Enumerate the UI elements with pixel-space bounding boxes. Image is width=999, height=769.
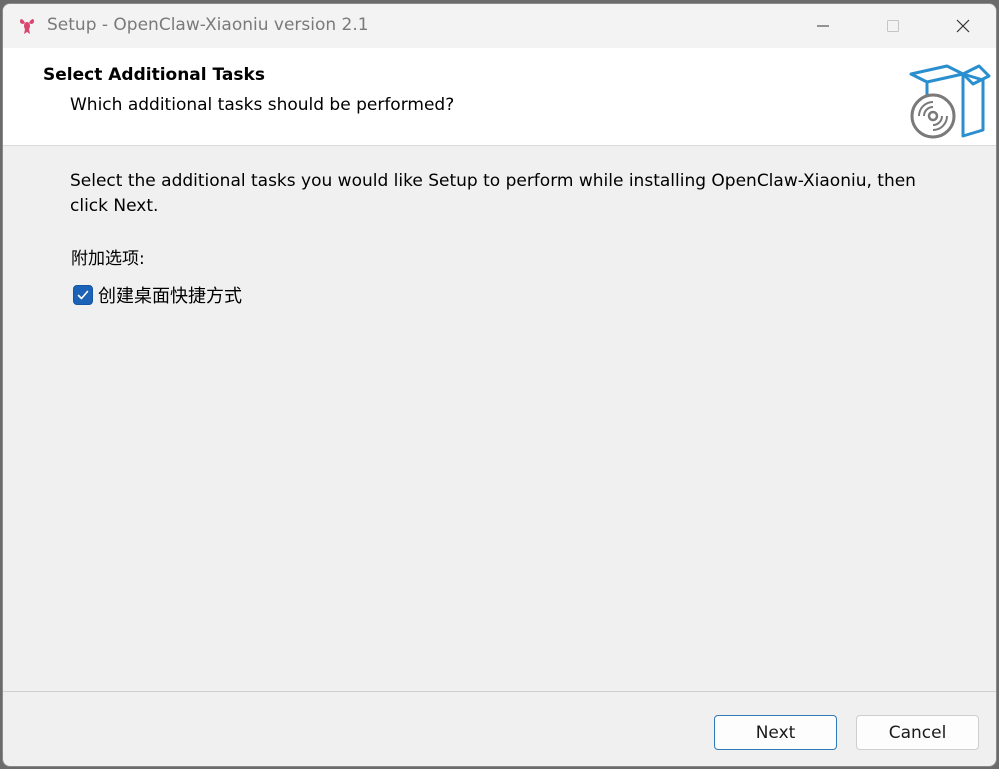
footer-divider — [3, 691, 996, 692]
task-desktop-shortcut[interactable]: 创建桌面快捷方式 — [73, 282, 242, 308]
close-icon — [956, 19, 970, 33]
setup-window: Setup - OpenClaw-Xiaoniu version 2.1 Sel… — [2, 3, 997, 767]
next-button[interactable]: Next — [714, 715, 837, 750]
wizard-header: Select Additional Tasks Which additional… — [3, 48, 996, 146]
title-bar[interactable]: Setup - OpenClaw-Xiaoniu version 2.1 — [3, 4, 996, 48]
minimize-icon — [817, 25, 829, 27]
maximize-button — [858, 4, 928, 48]
lobster-app-icon — [19, 19, 35, 34]
window-title: Setup - OpenClaw-Xiaoniu version 2.1 — [47, 15, 369, 35]
desktop-shortcut-checkbox[interactable] — [73, 285, 93, 305]
instructions-text: Select the additional tasks you would li… — [70, 171, 916, 216]
page-subtitle: Which additional tasks should be perform… — [70, 95, 455, 115]
software-box-icon — [909, 64, 991, 139]
minimize-button[interactable] — [788, 4, 858, 48]
checkmark-icon — [77, 290, 89, 300]
additional-options-label: 附加选项: — [71, 249, 145, 269]
maximize-icon — [887, 20, 899, 32]
close-button[interactable] — [928, 4, 996, 48]
desktop-shortcut-label: 创建桌面快捷方式 — [98, 286, 242, 307]
cancel-button[interactable]: Cancel — [856, 715, 979, 750]
page-title: Select Additional Tasks — [43, 65, 265, 85]
